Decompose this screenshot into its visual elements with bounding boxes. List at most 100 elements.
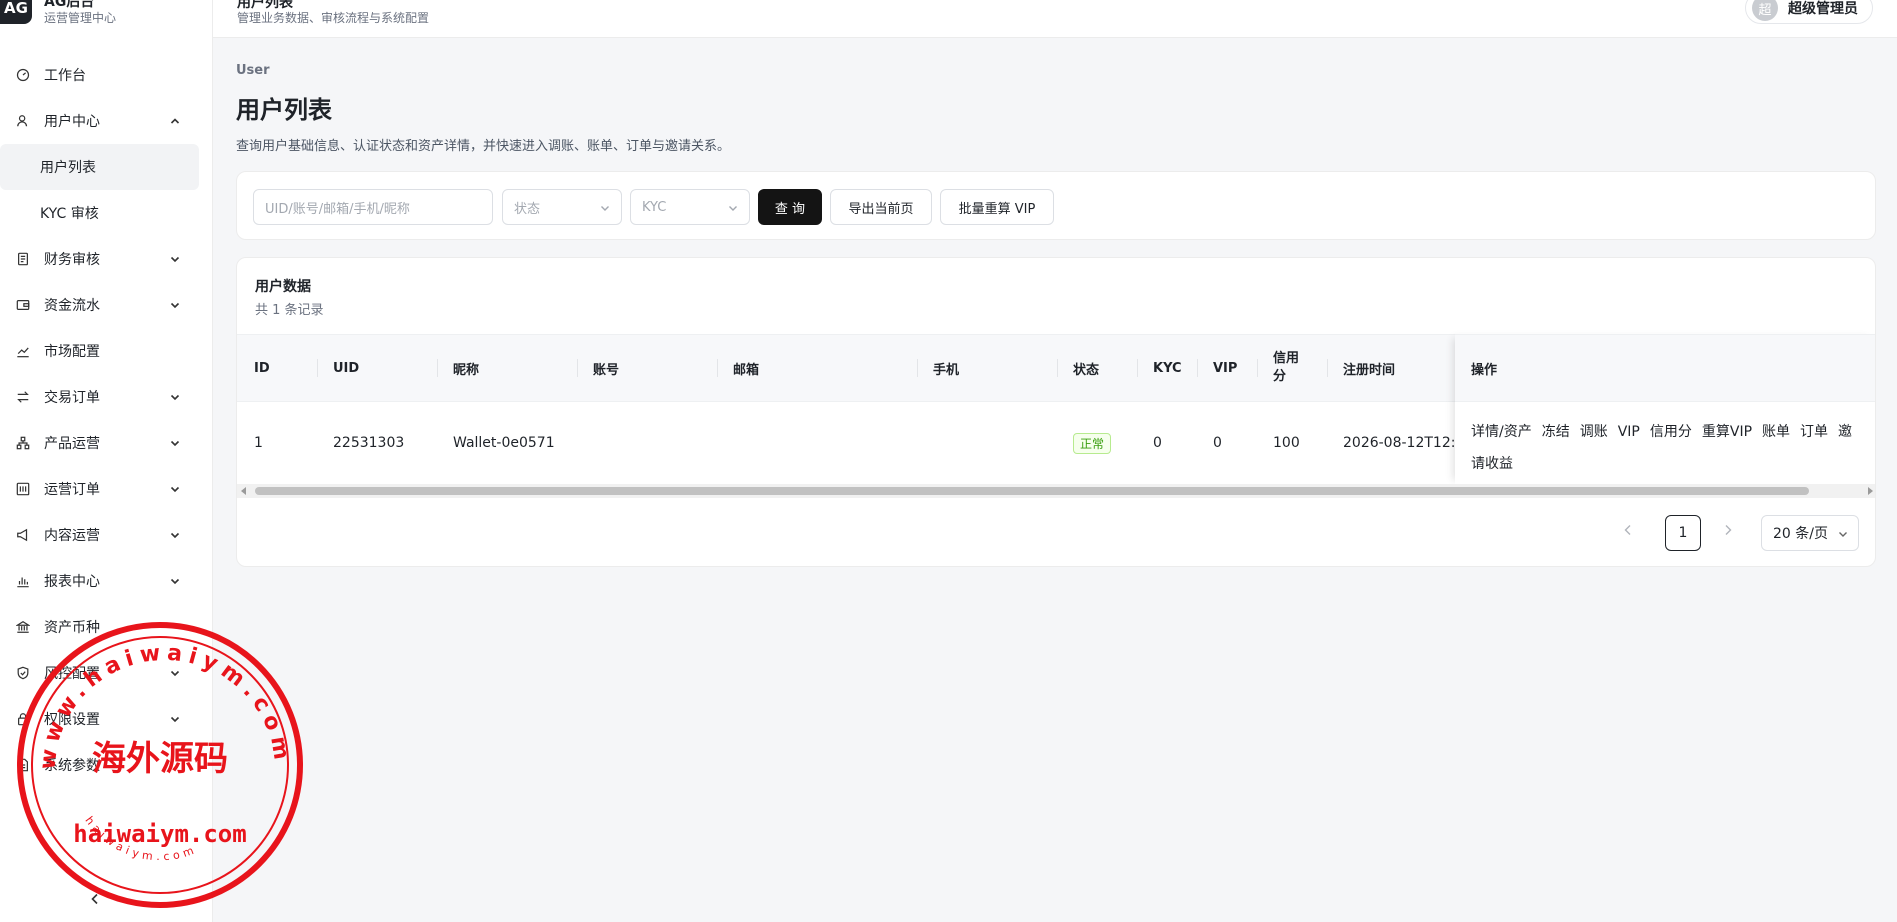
- breadcrumb: User: [236, 63, 270, 78]
- chevron-down-icon: [170, 302, 180, 309]
- chevron-down-icon: [170, 486, 180, 493]
- sidebar-subitem-user-list[interactable]: 用户列表: [0, 144, 199, 190]
- sidebar-item-reports[interactable]: 报表中心: [0, 558, 213, 604]
- sidebar-item-label: 资金流水: [44, 298, 100, 314]
- sidebar-item-user-center[interactable]: 用户中心: [0, 98, 213, 144]
- query-button[interactable]: 查 询: [758, 189, 822, 225]
- column-header-email: 邮箱: [733, 362, 760, 378]
- stamp-center-text: 海外源码: [92, 739, 228, 779]
- scroll-left-icon[interactable]: [241, 487, 246, 495]
- chevron-down-icon: [729, 206, 737, 211]
- chevron-down-icon: [170, 578, 180, 585]
- search-input[interactable]: UID/账号/邮箱/手机/昵称: [253, 189, 493, 225]
- status-select[interactable]: 状态: [502, 189, 622, 225]
- sidebar-item-market-config[interactable]: 市场配置: [0, 328, 213, 374]
- cell-nickname: Wallet-0e0571: [453, 435, 555, 451]
- column-divider: [437, 359, 438, 377]
- prev-page-icon[interactable]: [1621, 523, 1635, 537]
- chevron-down-icon: [1839, 532, 1847, 537]
- chevron-down-icon: [601, 206, 609, 211]
- sidebar-item-trade-orders[interactable]: 交易订单: [0, 374, 213, 420]
- column-header-id: ID: [254, 360, 270, 376]
- chevron-down-icon: [170, 532, 180, 539]
- page-size-select[interactable]: 20 条/页: [1761, 515, 1859, 551]
- column-divider: [1057, 359, 1058, 377]
- action-recalc-vip[interactable]: 重算VIP: [1702, 424, 1752, 440]
- column-divider: [577, 359, 578, 377]
- scrollbar-thumb[interactable]: [255, 487, 1809, 495]
- order-icon: [16, 482, 30, 496]
- chevron-down-icon: [170, 256, 180, 263]
- status-select-placeholder: 状态: [514, 201, 541, 217]
- cell-vip: 0: [1213, 435, 1222, 451]
- chevron-down-icon: [170, 394, 180, 401]
- action-bills[interactable]: 账单: [1762, 424, 1790, 440]
- sidebar-item-label: 用户中心: [44, 114, 100, 130]
- action-adjust[interactable]: 调账: [1580, 424, 1608, 440]
- column-header-credit: 信用分: [1273, 351, 1300, 384]
- page-size-value: 20 条/页: [1773, 526, 1828, 542]
- action-freeze[interactable]: 冻结: [1542, 424, 1570, 440]
- sidebar-item-label: 内容运营: [44, 528, 100, 544]
- page-title: 用户列表: [236, 96, 332, 124]
- action-detail-assets[interactable]: 详情/资产: [1471, 424, 1532, 440]
- chart-line-icon: [16, 344, 30, 358]
- finance-icon: [16, 252, 30, 266]
- cluster-icon: [16, 436, 30, 450]
- record-count: 共 1 条记录: [255, 303, 324, 318]
- chevron-down-icon: [170, 440, 180, 447]
- sidebar-item-product-ops[interactable]: 产品运营: [0, 420, 213, 466]
- sidebar-item-content-ops[interactable]: 内容运营: [0, 512, 213, 558]
- column-header-nickname: 昵称: [453, 362, 480, 378]
- sidebar-item-label: 交易订单: [44, 390, 100, 406]
- row-actions: 详情/资产 冻结 调账 VIP 信用分 重算VIP 账单 订单 邀请收益: [1471, 416, 1861, 480]
- cell-credit: 100: [1273, 435, 1300, 451]
- table-title: 用户数据: [255, 279, 311, 295]
- action-vip[interactable]: VIP: [1618, 424, 1640, 440]
- cell-id: 1: [254, 435, 263, 451]
- watermark-stamp: www.haiwaiym.com 海外源码 haiwaiym.com haiwa…: [17, 622, 303, 908]
- next-page-icon[interactable]: [1721, 523, 1735, 537]
- action-credit[interactable]: 信用分: [1650, 424, 1692, 440]
- brand-logo: AG: [0, 0, 32, 24]
- brand: AG AG后台 运营管理中心: [0, 0, 213, 38]
- wallet-icon: [16, 298, 30, 312]
- page-number-current[interactable]: 1: [1665, 515, 1701, 551]
- horizontal-scrollbar[interactable]: [237, 484, 1875, 498]
- dashboard-icon: [16, 68, 30, 82]
- cell-status: 正常: [1073, 402, 1112, 484]
- sidebar-item-label: 报表中心: [44, 574, 100, 590]
- kyc-select[interactable]: KYC: [630, 189, 750, 225]
- scroll-right-icon[interactable]: [1868, 487, 1873, 495]
- column-divider: [317, 359, 318, 377]
- swap-icon: [16, 390, 30, 404]
- column-header-phone: 手机: [933, 362, 960, 378]
- avatar: 超: [1752, 0, 1778, 21]
- filter-bar: UID/账号/邮箱/手机/昵称 状态 KYC 查 询 导出当前页 批量重算 VI…: [236, 171, 1876, 240]
- sidebar-item-fund-flow[interactable]: 资金流水: [0, 282, 213, 328]
- action-orders[interactable]: 订单: [1800, 424, 1828, 440]
- sidebar-item-ops-orders[interactable]: 运营订单: [0, 466, 213, 512]
- column-header-status: 状态: [1073, 362, 1100, 378]
- kyc-select-placeholder: KYC: [642, 199, 667, 215]
- sidebar-item-finance[interactable]: 财务审核: [0, 236, 213, 282]
- sidebar-item-dashboard[interactable]: 工作台: [0, 52, 213, 98]
- column-header-vip: VIP: [1213, 360, 1238, 376]
- user-icon: [16, 114, 30, 128]
- export-page-button[interactable]: 导出当前页: [830, 189, 932, 225]
- recalc-vip-button[interactable]: 批量重算 VIP: [940, 189, 1054, 225]
- sidebar-item-label: 工作台: [44, 68, 86, 84]
- column-header-kyc: KYC: [1153, 360, 1182, 376]
- column-header-account: 账号: [593, 362, 620, 378]
- column-header-uid: UID: [333, 360, 360, 376]
- status-badge: 正常: [1073, 432, 1112, 454]
- brand-subtitle: 运营管理中心: [44, 11, 117, 25]
- bar-chart-icon: [16, 574, 30, 588]
- column-divider: [1327, 359, 1328, 377]
- cell-registered: 2026-08-12T12:2: [1343, 435, 1465, 451]
- column-divider: [1257, 359, 1258, 377]
- user-table-card: 用户数据 共 1 条记录 ID UID 昵称 账号 邮箱 手机 状态 KYC V…: [236, 257, 1876, 567]
- sidebar-subitem-kyc[interactable]: KYC 审核: [0, 190, 213, 236]
- user-menu[interactable]: 超 超级管理员: [1745, 0, 1873, 24]
- actions-column: 操作 详情/资产 冻结 调账 VIP 信用分 重算VIP 账单 订单 邀请收益: [1455, 334, 1875, 484]
